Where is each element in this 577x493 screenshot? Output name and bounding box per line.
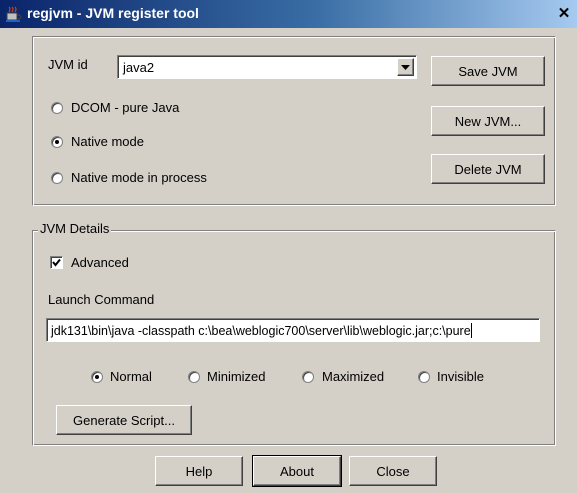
generate-script-button[interactable]: Generate Script... [56,405,192,435]
checkmark-icon [52,258,61,267]
advanced-label[interactable]: Advanced [71,255,129,270]
close-button[interactable]: Close [349,456,437,486]
java-cup-icon [6,6,22,22]
radio-invisible-label[interactable]: Invisible [437,369,484,384]
radio-native[interactable] [51,136,63,148]
launch-command-input[interactable]: jdk131\bin\java -classpath c:\bea\weblog… [46,318,540,342]
radio-maximized-label[interactable]: Maximized [322,369,384,384]
jvm-id-combo[interactable]: java2 [117,55,417,79]
regjvm-dialog: regjvm - JVM register tool ✕ JVM id java… [0,0,577,493]
text-caret [470,323,472,338]
radio-native-in-process-label[interactable]: Native mode in process [71,170,207,185]
launch-command-label: Launch Command [48,292,155,307]
radio-normal[interactable] [91,371,103,383]
launch-command-value: jdk131\bin\java -classpath c:\bea\weblog… [51,323,472,338]
radio-normal-label[interactable]: Normal [110,369,152,384]
close-icon[interactable]: ✕ [555,5,573,23]
window-title: regjvm - JVM register tool [27,5,199,21]
jvm-id-label: JVM id [48,57,88,72]
chevron-down-icon[interactable] [397,58,414,76]
new-jvm-button[interactable]: New JVM... [431,106,545,136]
about-button[interactable]: About [252,455,342,487]
radio-native-in-process[interactable] [51,172,63,184]
radio-minimized[interactable] [188,371,200,383]
delete-jvm-button[interactable]: Delete JVM [431,154,545,184]
help-button[interactable]: Help [155,456,243,486]
title-bar[interactable]: regjvm - JVM register tool ✕ [0,0,577,28]
jvm-details-legend: JVM Details [38,221,112,236]
radio-native-label[interactable]: Native mode [71,134,144,149]
radio-dcom[interactable] [51,102,63,114]
save-jvm-button[interactable]: Save JVM [431,56,545,86]
radio-maximized[interactable] [302,371,314,383]
radio-dcom-label[interactable]: DCOM - pure Java [71,100,179,115]
radio-invisible[interactable] [418,371,430,383]
jvm-id-value: java2 [123,60,155,75]
advanced-checkbox[interactable] [50,256,63,269]
radio-minimized-label[interactable]: Minimized [207,369,266,384]
